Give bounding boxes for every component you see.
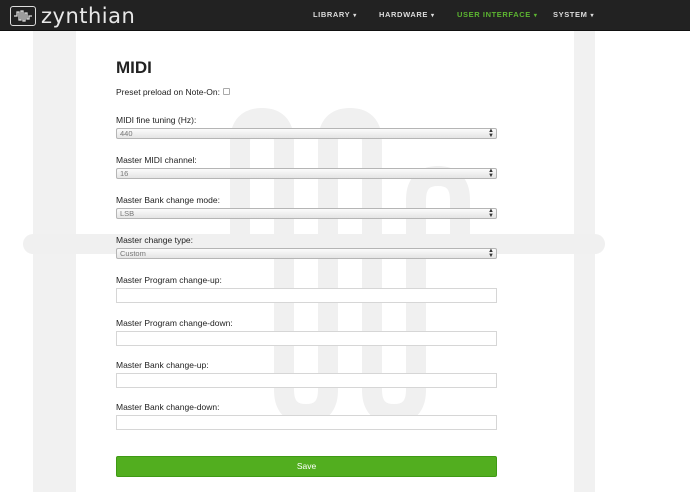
select-arrows-icon: ▲ ▼ [488,168,494,179]
chevron-down-icon: ▾ [533,13,538,19]
page-title: MIDI [116,58,152,77]
fine-tuning-select[interactable]: 440 ▲ ▼ [116,128,497,139]
program-change-down-input[interactable] [116,331,497,346]
program-change-up-input[interactable] [116,288,497,303]
change-type-label: Master change type: [116,235,194,245]
bank-change-mode-select[interactable]: LSB ▲ ▼ [116,208,497,219]
nav-system-label: SYSTEM [553,10,588,19]
master-channel-value: 16 [120,169,129,178]
preset-preload-row: Preset preload on Note-On: [116,87,230,97]
preset-preload-checkbox[interactable] [222,88,230,96]
save-button[interactable]: Save [116,456,497,477]
master-channel-label: Master MIDI channel: [116,155,197,165]
bank-change-up-input[interactable] [116,373,497,388]
nav-library-label: LIBRARY [313,10,351,19]
select-arrows-icon: ▲ ▼ [488,248,494,259]
chevron-down-icon: ▾ [353,13,357,19]
program-change-down-label: Master Program change-down: [116,318,233,328]
waveform-logo-icon [10,6,36,26]
preset-preload-label: Preset preload on Note-On: [116,87,220,97]
bank-change-mode-value: LSB [120,209,135,218]
select-arrows-icon: ▲ ▼ [488,208,494,219]
nav-hardware-label: HARDWARE [379,10,428,19]
change-type-select[interactable]: Custom ▲ ▼ [116,248,497,259]
select-arrows-icon: ▲ ▼ [488,128,494,139]
bank-change-mode-label: Master Bank change mode: [116,195,220,205]
nav-user-interface[interactable]: USER INTERFACE ▾ [457,10,537,19]
bank-change-up-label: Master Bank change-up: [116,360,209,370]
program-change-up-label: Master Program change-up: [116,275,222,285]
nav-hardware[interactable]: HARDWARE ▾ [379,10,435,19]
chevron-down-icon: ▾ [430,13,435,19]
chevron-down-icon: ▾ [590,13,595,19]
nav-system[interactable]: SYSTEM ▾ [553,10,594,19]
bank-change-down-input[interactable] [116,415,497,430]
change-type-value: Custom [120,249,146,258]
fine-tuning-label: MIDI fine tuning (Hz): [116,115,197,125]
nav-library[interactable]: LIBRARY ▾ [313,10,357,19]
bank-change-down-label: Master Bank change-down: [116,402,220,412]
top-navbar: zynthian LIBRARY ▾ HARDWARE ▾ USER INTERFA… [0,0,690,31]
brand-name: zynthian [41,4,136,28]
nav-user-interface-label: USER INTERFACE [457,10,531,19]
brand[interactable]: zynthian [10,4,136,28]
fine-tuning-value: 440 [120,129,133,138]
master-channel-select[interactable]: 16 ▲ ▼ [116,168,497,179]
